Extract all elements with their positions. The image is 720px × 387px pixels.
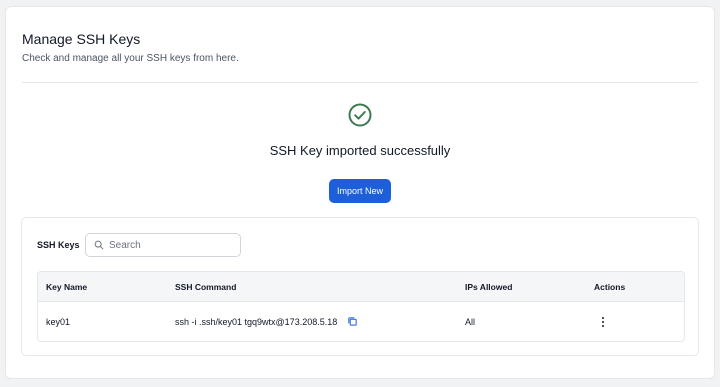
page-title: Manage SSH Keys	[22, 31, 141, 47]
ssh-command-cell: ssh -i .ssh/key01 tgq9wtx@173.208.5.18	[175, 302, 358, 341]
table-row: key01 ssh -i .ssh/key01 tgq9wtx@173.208.…	[38, 302, 684, 341]
ssh-keys-card: Manage SSH Keys Check and manage all you…	[5, 6, 715, 379]
column-header-ips-allowed: IPs Allowed	[465, 281, 513, 292]
ssh-keys-label: SSH Keys	[37, 240, 80, 250]
ips-allowed-cell: All	[465, 316, 476, 327]
ssh-keys-panel: SSH Keys Key Name SSH Command IPs Allowe…	[21, 217, 699, 356]
search-input[interactable]	[109, 239, 229, 251]
copy-icon[interactable]	[347, 316, 358, 327]
actions-cell	[594, 302, 610, 341]
ssh-keys-table: Key Name SSH Command IPs Allowed Actions…	[37, 271, 685, 342]
search-box[interactable]	[85, 233, 241, 257]
success-message: SSH Key imported successfully	[269, 143, 451, 158]
page-subtitle: Check and manage all your SSH keys from …	[22, 53, 239, 64]
more-vertical-icon	[601, 316, 605, 327]
column-header-actions: Actions	[594, 281, 626, 292]
table-header-row: Key Name SSH Command IPs Allowed Actions	[38, 272, 684, 302]
check-circle-icon	[348, 103, 372, 127]
search-icon	[94, 240, 104, 250]
row-actions-button[interactable]	[596, 314, 610, 330]
column-header-ssh-command: SSH Command	[175, 281, 237, 292]
import-new-button[interactable]: Import New	[329, 179, 391, 203]
key-name-cell: key01	[46, 316, 71, 327]
header-divider	[22, 82, 698, 83]
ssh-command-text: ssh -i .ssh/key01 tgq9wtx@173.208.5.18	[175, 316, 338, 327]
column-header-key-name: Key Name	[46, 281, 88, 292]
